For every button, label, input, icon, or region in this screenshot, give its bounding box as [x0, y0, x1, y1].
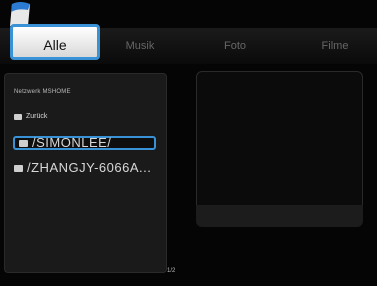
- list-item-simonlee[interactable]: /SIMONLEE/: [13, 136, 156, 150]
- preview-panel: [196, 71, 363, 226]
- list-item-zhangjy[interactable]: /ZHANGJY-6066A...: [14, 160, 152, 175]
- list-item-label: /ZHANGJY-6066A...: [27, 160, 152, 175]
- list-item-back[interactable]: Zurück: [14, 111, 47, 123]
- page-indicator: 1/2: [167, 268, 176, 274]
- folder-icon: [14, 164, 23, 172]
- tab-musik[interactable]: Musik: [110, 28, 170, 64]
- tab-filme[interactable]: Filme: [305, 28, 365, 64]
- tab-foto[interactable]: Foto: [205, 28, 265, 64]
- list-item-label: Zurück: [26, 113, 48, 120]
- folder-icon: [19, 139, 28, 147]
- list-item-label: /SIMONLEE/: [32, 135, 112, 150]
- tab-alle[interactable]: Alle: [10, 24, 100, 60]
- preview-info-bar: [196, 205, 363, 227]
- current-path: Netzwerk MSHOME: [14, 89, 71, 95]
- folder-icon: [14, 114, 22, 120]
